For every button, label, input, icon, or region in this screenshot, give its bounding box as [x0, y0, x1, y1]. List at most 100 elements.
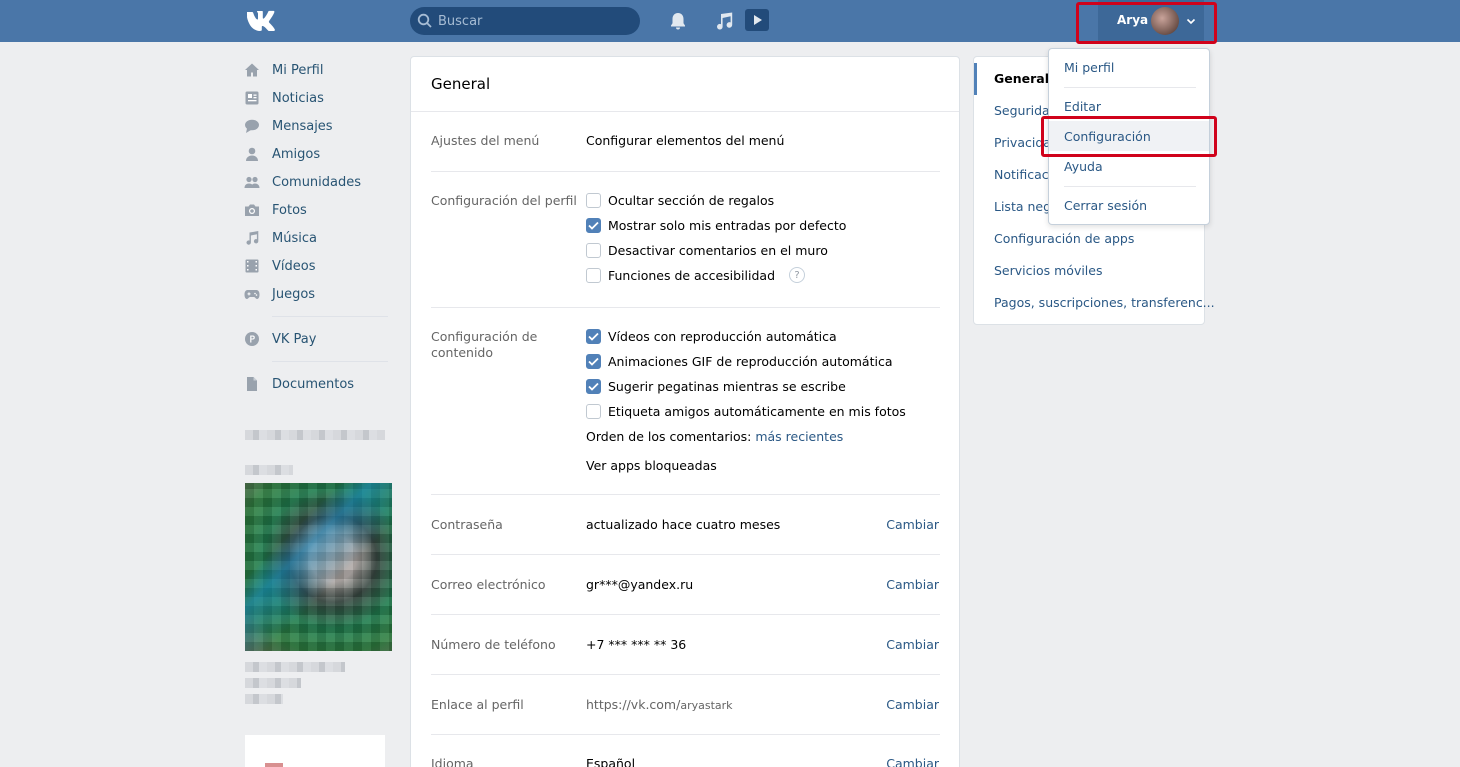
change-phone-link[interactable]: Cambiar [886, 637, 939, 652]
menu-item-app-settings[interactable]: Configuración de apps [994, 231, 1134, 246]
content-settings-label: Configuración de contenido [431, 329, 581, 361]
divider [431, 554, 940, 555]
sidebar-item-videos[interactable]: Vídeos [244, 252, 394, 280]
dropdown-item-my-profile[interactable]: Mi perfil [1064, 60, 1114, 75]
checkbox-accessibility[interactable]: Funciones de accesibilidad ? [586, 266, 806, 284]
sidebar-item-label: Noticias [272, 90, 324, 106]
checkbox-label: Etiqueta amigos automáticamente en mis f… [608, 403, 906, 419]
blurred-text [245, 465, 293, 475]
sidebar-item-label: Juegos [272, 286, 316, 302]
highlight-box-configuracion [1041, 116, 1217, 157]
sidebar-item-communities[interactable]: Comunidades [244, 168, 394, 196]
bell-icon[interactable] [667, 10, 689, 32]
menu-item-general[interactable]: General [994, 71, 1049, 86]
checkbox-label: Mostrar solo mis entradas por defecto [608, 217, 847, 233]
sidebar-item-label: Vídeos [272, 258, 316, 274]
checkbox-box[interactable] [586, 378, 601, 394]
comment-order-row: Orden de los comentarios: más recientes [586, 429, 843, 444]
profile-link-label: Enlace al perfil [431, 697, 524, 712]
sidebar-item-label: Documentos [272, 376, 355, 392]
profile-settings-label: Configuración del perfil [431, 193, 577, 208]
sidebar-item-label: Amigos [272, 146, 321, 162]
divider [431, 674, 940, 675]
music-note-icon[interactable] [713, 10, 735, 32]
check-icon [588, 332, 599, 341]
email-label: Correo electrónico [431, 577, 546, 592]
checkbox-box[interactable] [586, 403, 601, 419]
sidebar-item-profile[interactable]: Mi Perfil [244, 56, 394, 84]
checkbox-box[interactable] [586, 192, 601, 208]
sidebar-item-label: VK Pay [272, 331, 317, 347]
sidebar-item-label: Comunidades [272, 174, 362, 190]
checkbox-box[interactable] [586, 328, 601, 344]
change-email-link[interactable]: Cambiar [886, 577, 939, 592]
news-icon [244, 90, 260, 106]
checkbox-label: Funciones de accesibilidad [608, 267, 776, 283]
left-sidebar: Mi Perfil Noticias Mensajes Amigos Comun… [244, 56, 394, 398]
checkbox-show-own-posts[interactable]: Mostrar solo mis entradas por defecto [586, 216, 846, 234]
sidebar-item-music[interactable]: Música [244, 224, 394, 252]
checkbox-label: Sugerir pegatinas mientras se escribe [608, 378, 846, 394]
help-icon[interactable]: ? [789, 267, 806, 283]
active-indicator [974, 63, 977, 95]
blurred-photo [245, 483, 392, 651]
checkbox-autoplay-gifs[interactable]: Animaciones GIF de reproducción automáti… [586, 352, 893, 370]
vkpay-icon [244, 331, 260, 347]
menu-item-payments[interactable]: Pagos, suscripciones, transferenc... [994, 295, 1215, 310]
profile-link-username: aryastark [680, 699, 733, 712]
vk-logo-icon[interactable] [245, 9, 279, 31]
gamepad-icon [244, 286, 260, 302]
configure-menu-link[interactable]: Configurar elementos del menú [586, 133, 784, 148]
checkbox-auto-tag-friends[interactable]: Etiqueta amigos automáticamente en mis f… [586, 402, 906, 420]
checkbox-box[interactable] [586, 217, 601, 233]
blocked-apps-link[interactable]: Ver apps bloqueadas [586, 458, 717, 473]
communities-icon [244, 174, 260, 190]
search-input[interactable] [438, 7, 633, 35]
sidebar-item-messages[interactable]: Mensajes [244, 112, 394, 140]
sidebar-item-vkpay[interactable]: VK Pay [244, 325, 394, 353]
checkbox-box[interactable] [586, 242, 601, 258]
comment-order-dropdown[interactable]: más recientes [755, 429, 843, 444]
change-language-link[interactable]: Cambiar [886, 756, 939, 767]
checkbox-label: Animaciones GIF de reproducción automáti… [608, 353, 893, 369]
password-label: Contraseña [431, 517, 503, 532]
sidebar-item-documents[interactable]: Documentos [244, 370, 394, 398]
check-icon [588, 221, 599, 230]
checkbox-box[interactable] [586, 267, 601, 283]
divider [431, 494, 940, 495]
checkbox-label: Desactivar comentarios en el muro [608, 242, 828, 258]
dropdown-item-logout[interactable]: Cerrar sesión [1064, 198, 1147, 213]
play-icon[interactable] [745, 9, 769, 31]
highlight-box-user-menu [1076, 2, 1217, 44]
sidebar-item-news[interactable]: Noticias [244, 84, 394, 112]
dropdown-item-edit[interactable]: Editar [1064, 99, 1101, 114]
language-label: Idioma [431, 756, 474, 767]
messages-icon [244, 118, 260, 134]
sidebar-item-label: Música [272, 230, 317, 246]
menu-item-mobile-services[interactable]: Servicios móviles [994, 263, 1102, 278]
checkbox-box[interactable] [586, 353, 601, 369]
change-profile-link[interactable]: Cambiar [886, 697, 939, 712]
search-box[interactable] [410, 7, 640, 35]
sidebar-item-photos[interactable]: Fotos [244, 196, 394, 224]
phone-label: Número de teléfono [431, 637, 556, 652]
blurred-text [245, 430, 385, 440]
divider [431, 734, 940, 735]
divider [431, 171, 940, 172]
checkbox-suggest-stickers[interactable]: Sugerir pegatinas mientras se escribe [586, 377, 846, 395]
dropdown-item-help[interactable]: Ayuda [1064, 159, 1103, 174]
page-title: General [431, 75, 491, 93]
change-password-link[interactable]: Cambiar [886, 517, 939, 532]
profile-link-value: https://vk.com/aryastark [586, 697, 733, 712]
sidebar-item-games[interactable]: Juegos [244, 280, 394, 308]
sidebar-item-friends[interactable]: Amigos [244, 140, 394, 168]
language-value: Español [586, 756, 636, 767]
checkbox-disable-wall-comments[interactable]: Desactivar comentarios en el muro [586, 241, 828, 259]
camera-icon [244, 202, 260, 218]
checkbox-hide-gifts[interactable]: Ocultar sección de regalos [586, 191, 774, 209]
profile-link-prefix: https://vk.com/ [586, 697, 681, 712]
sidebar-item-label: Mi Perfil [272, 62, 324, 78]
checkbox-autoplay-videos[interactable]: Vídeos con reproducción automática [586, 327, 837, 345]
document-icon [244, 376, 260, 392]
content-settings-label-line2: contenido [431, 345, 494, 360]
